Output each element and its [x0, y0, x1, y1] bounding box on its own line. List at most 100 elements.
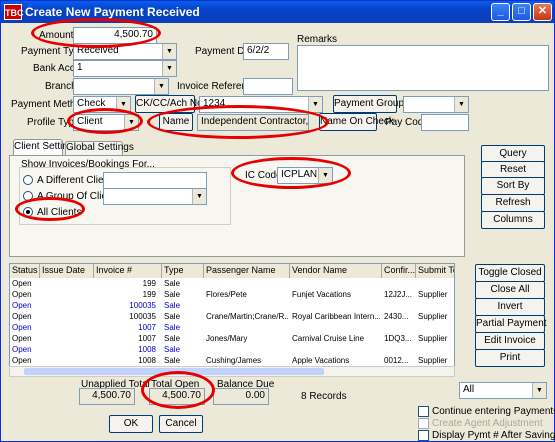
table-row[interactable]: Open 100035 Sale Crane/Martin;Crane/R... Roy… — [10, 312, 454, 321]
amount-input[interactable]: 4,500.70 — [73, 27, 157, 44]
cancel-button[interactable]: Cancel — [159, 415, 203, 433]
partial-payment-button[interactable]: Partial Payment — [475, 315, 547, 333]
display-pymt-checkbox[interactable] — [418, 430, 429, 441]
cell-passenger: Crane/Martin;Crane/R... — [206, 312, 288, 321]
chevron-down-icon: ▼ — [532, 383, 546, 398]
payment-type-value: Received — [77, 45, 119, 56]
ic-code-select[interactable]: ICPLANIT ▼ — [277, 167, 333, 184]
cell-status: Open — [12, 290, 32, 299]
invert-button[interactable]: Invert — [475, 298, 545, 316]
records-count: 8 Records — [301, 391, 347, 402]
table-row[interactable]: Open 199 Sale Flores/Pete Funjet Vacations 12… — [10, 290, 454, 299]
col-vendor[interactable]: Vendor Name — [290, 264, 382, 278]
payment-group-button[interactable]: Payment Group — [333, 95, 404, 113]
different-client-input[interactable] — [103, 172, 207, 189]
col-submit-to[interactable]: Submit To — [416, 264, 454, 278]
cell-type: Sale — [164, 323, 181, 332]
cell-passenger: Cushing/James — [206, 356, 262, 365]
ck-number-select[interactable]: 1234 ▼ — [199, 96, 323, 113]
continue-checkbox[interactable] — [418, 406, 429, 417]
cell-invoice: 199 — [142, 290, 156, 299]
branch-select[interactable]: ▼ — [73, 78, 169, 95]
cell-status: Open — [12, 334, 32, 343]
grid-hscrollbar[interactable] — [9, 366, 455, 377]
tab-global-settings[interactable]: Global Settings — [65, 141, 134, 155]
cell-invoice: 100035 — [129, 301, 156, 310]
table-row[interactable]: Open 1007 Sale — [10, 323, 454, 332]
branch-label: Branch — [45, 81, 77, 92]
bank-acct-value: 1 — [77, 62, 83, 73]
profile-type-label: Profile Type — [27, 117, 80, 128]
payment-method-select[interactable]: Check ▼ — [73, 96, 131, 113]
window-title: Create New Payment Received — [25, 5, 200, 19]
cell-status: Open — [12, 345, 32, 354]
cell-invoice: 1007 — [138, 323, 156, 332]
table-row[interactable]: Open 1008 Sale — [10, 345, 454, 354]
col-type[interactable]: Type — [162, 264, 204, 278]
profile-type-value: Client — [77, 116, 103, 127]
cell-invoice: 1008 — [138, 345, 156, 354]
payment-group-select[interactable]: ▼ — [403, 96, 469, 113]
agent-adjustment-checkbox[interactable] — [418, 418, 429, 429]
profile-type-select[interactable]: Client ▼ — [73, 114, 139, 131]
col-issue-date[interactable]: Issue Date — [40, 264, 94, 278]
col-confirmation[interactable]: Confir... — [382, 264, 416, 278]
maximize-button[interactable]: □ — [512, 3, 531, 21]
cell-invoice: 1008 — [138, 356, 156, 365]
col-invoice[interactable]: Invoice # — [94, 264, 162, 278]
close-button[interactable]: ✕ — [533, 3, 552, 21]
minimize-button[interactable]: _ — [491, 3, 510, 21]
cell-type: Sale — [164, 312, 181, 321]
pay-code-input[interactable] — [421, 114, 469, 131]
chevron-down-icon: ▼ — [116, 97, 130, 112]
payment-type-select[interactable]: Received ▼ — [73, 43, 177, 60]
sort-by-button[interactable]: Sort By — [481, 177, 545, 195]
ck-cc-ach-button[interactable]: CK/CC/Ach No — [135, 95, 203, 113]
cell-conf: 2430... — [384, 312, 409, 321]
chevron-down-icon: ▼ — [318, 168, 332, 183]
name-input[interactable]: Independent Contractor, Inc. — [197, 114, 309, 131]
table-row[interactable]: Open 199 Sale — [10, 279, 454, 288]
table-row[interactable]: Open 100035 Sale — [10, 301, 454, 310]
all-clients-radio[interactable] — [23, 207, 33, 217]
remarks-textarea[interactable] — [297, 45, 549, 91]
balance-due-value: 0.00 — [213, 388, 269, 405]
invoice-grid[interactable]: Status Issue Date Invoice # Type Passeng… — [9, 263, 455, 377]
cell-status: Open — [12, 356, 32, 365]
amount-label: Amount — [39, 30, 74, 41]
cell-invoice: 199 — [142, 279, 156, 288]
chevron-down-icon: ▼ — [162, 44, 176, 59]
status-filter-select[interactable]: All ▼ — [459, 382, 547, 399]
chevron-down-icon: ▼ — [124, 115, 138, 130]
app-logo: TBC — [4, 4, 24, 20]
toggle-closed-button[interactable]: Toggle Closed — [475, 264, 545, 282]
chevron-down-icon: ▼ — [154, 79, 168, 94]
cell-passenger: Jones/Mary — [206, 334, 248, 343]
table-row[interactable]: Open 1007 Sale Jones/Mary Carnival Cruise Li… — [10, 334, 454, 343]
name-on-check-button[interactable]: Name On Check — [319, 113, 394, 131]
invoice-ref-input[interactable] — [243, 78, 293, 95]
col-status[interactable]: Status — [10, 264, 40, 278]
payment-date-input[interactable]: 6/2/2 — [243, 43, 289, 60]
table-row[interactable]: Open 1008 Sale Cushing/James Apple Vacations… — [10, 356, 454, 365]
remarks-label: Remarks — [297, 34, 338, 45]
chevron-down-icon: ▼ — [454, 97, 468, 112]
ok-button[interactable]: OK — [109, 415, 153, 433]
refresh-button[interactable]: Refresh — [481, 194, 545, 212]
print-button[interactable]: Print — [475, 349, 545, 367]
cell-type: Sale — [164, 290, 181, 299]
bank-acct-select[interactable]: 1 ▼ — [73, 60, 177, 77]
group-of-clients-select[interactable]: ▼ — [103, 188, 207, 205]
cell-conf: 0012... — [384, 356, 409, 365]
ck-number-value: 1234 — [203, 98, 226, 109]
different-client-radio[interactable] — [23, 175, 33, 185]
close-all-button[interactable]: Close All — [475, 281, 545, 299]
col-passenger[interactable]: Passenger Name — [204, 264, 290, 278]
scroll-thumb[interactable] — [24, 368, 324, 375]
name-button[interactable]: Name — [159, 113, 193, 131]
cell-status: Open — [12, 279, 32, 288]
edit-invoice-button[interactable]: Edit Invoice — [475, 332, 545, 350]
tab-client-settings[interactable]: Client Settings — [13, 139, 78, 155]
group-of-clients-radio[interactable] — [23, 191, 33, 201]
columns-button[interactable]: Columns — [481, 211, 545, 229]
